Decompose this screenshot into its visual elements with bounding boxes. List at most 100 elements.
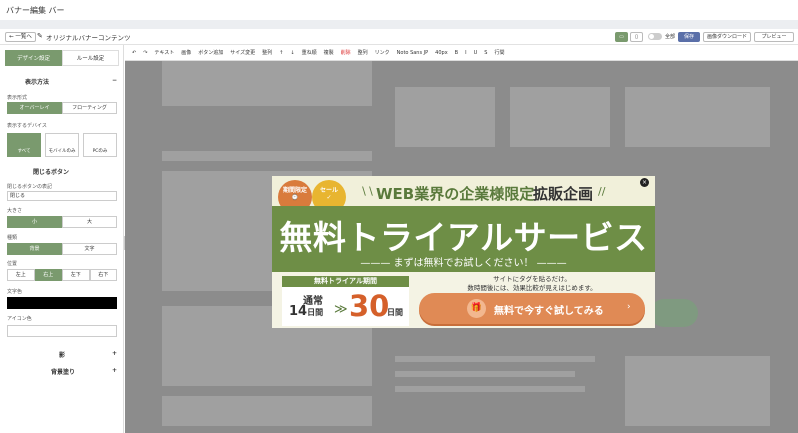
position-bottom-left[interactable]: 左下: [62, 269, 90, 281]
option-overlay[interactable]: オーバーレイ: [7, 102, 62, 114]
editor-tool-12[interactable]: 整列: [358, 45, 368, 60]
size-small[interactable]: 小: [7, 216, 62, 228]
download-button[interactable]: 画像ダウンロード: [703, 32, 751, 42]
banner-close-icon[interactable]: ×: [640, 178, 649, 187]
close-text-input[interactable]: 閉じる: [7, 191, 117, 201]
clock-icon: ⌚: [291, 194, 299, 201]
position-label: 位置: [7, 261, 18, 267]
editor-tool-14[interactable]: Noto Sans JP: [397, 45, 429, 60]
editor-tool-1[interactable]: ↷: [143, 45, 147, 60]
device-all[interactable]: すべて: [7, 133, 41, 157]
type-text[interactable]: 文字: [62, 243, 117, 255]
position-selector: 左上 右上 左下 右下: [7, 269, 117, 281]
banner-name[interactable]: オリジナルバナーコンテンツ: [46, 32, 131, 42]
editor-tool-13[interactable]: リンク: [375, 45, 390, 60]
accent-strokes-left-icon: ∖∖: [360, 185, 375, 198]
accent-strokes-right-icon: //: [598, 185, 606, 198]
editor-tool-6[interactable]: 整列: [262, 45, 272, 60]
editor-tool-4[interactable]: ボタン追加: [198, 45, 223, 60]
text-color-swatch[interactable]: #000000: [7, 297, 117, 309]
banner-subtitle: ——— まずは無料でお試しください！ ———: [360, 258, 567, 269]
position-top-left[interactable]: 左上: [7, 269, 35, 281]
editor-tool-16[interactable]: B: [455, 45, 458, 60]
editor-tool-8[interactable]: ↓: [290, 45, 294, 60]
mobile-view-button[interactable]: ▯: [630, 32, 643, 42]
cta-label: 無料で今すぐ試してみる: [494, 306, 604, 317]
section-display[interactable]: 表示方法 −: [5, 77, 119, 86]
text-color-value: #000000: [7, 298, 31, 304]
placeholder-line: [162, 151, 372, 161]
section-title: 影: [59, 352, 66, 359]
section-close-button[interactable]: 閉じるボタン: [5, 167, 119, 176]
section-shadow[interactable]: 影 +: [5, 350, 119, 359]
monitor-icon: ▭: [619, 34, 624, 40]
size-large[interactable]: 大: [62, 216, 117, 228]
type-selector: 背景 文字: [7, 243, 117, 255]
placeholder-block: [625, 356, 770, 426]
tab-rules[interactable]: ルール設定: [62, 50, 119, 66]
placeholder-block: [162, 61, 372, 106]
section-fill[interactable]: 背景塗り +: [5, 367, 119, 376]
normal-days-unit: 日間: [307, 308, 324, 317]
editor-tool-20[interactable]: 行間: [494, 45, 504, 60]
headline-dark: 拡販企画: [533, 185, 594, 203]
position-top-right[interactable]: 右上: [34, 269, 62, 281]
plus-icon: +: [111, 350, 117, 357]
option-floating[interactable]: フローティング: [62, 102, 117, 114]
settings-sidebar: デザイン設定 ルール設定 表示方法 − 表示形式 オーバーレイ フローティング …: [0, 45, 124, 433]
preview-toggle[interactable]: [648, 33, 662, 40]
tab-design[interactable]: デザイン設定: [5, 50, 62, 66]
trial-days-unit: 日間: [387, 308, 403, 317]
type-label: 種類: [7, 235, 18, 241]
editor-tool-0[interactable]: ↶: [132, 45, 136, 60]
placeholder-button: [650, 299, 698, 327]
sidebar-tabs: デザイン設定 ルール設定: [5, 50, 119, 66]
editor-tool-11[interactable]: 削除: [341, 45, 351, 60]
icon-color-swatch[interactable]: [7, 325, 117, 337]
close-text-label: 閉じるボタンの表記: [7, 184, 53, 190]
note-line: サイトにタグを貼るだけ。: [493, 275, 571, 283]
pc-view-button[interactable]: ▭: [615, 32, 628, 42]
editor-toolbar: ↶ ↷ テキスト 画像 ボタン追加 サイズ変更 整列 ↑ ↓ 重ね順 複製 削除 整列 リンク Noto S…: [125, 45, 798, 61]
type-background[interactable]: 背景: [7, 243, 62, 255]
display-type-label: 表示形式: [7, 95, 28, 101]
back-button[interactable]: ← 一覧へ: [5, 32, 36, 42]
header-strip: [0, 20, 798, 29]
toggle-label: 全部: [665, 34, 676, 40]
text-color-label: 文字色: [7, 289, 23, 295]
save-button[interactable]: 保存: [678, 32, 700, 42]
badge-sale-text: セール: [319, 187, 338, 194]
editor-tool-17[interactable]: I: [465, 45, 466, 60]
editor-tool-9[interactable]: 重ね順: [302, 45, 317, 60]
editor-tool-3[interactable]: 画像: [181, 45, 191, 60]
editor-tool-2[interactable]: テキスト: [154, 45, 174, 60]
chevron-right-icon: ›: [627, 302, 631, 312]
device-label: 表示するデバイス: [7, 123, 47, 129]
placeholder-block: [510, 87, 610, 147]
editor-tool-18[interactable]: U: [474, 45, 478, 60]
chevron-up-icon: −: [111, 77, 117, 84]
editor-tool-5[interactable]: サイズ変更: [230, 45, 255, 60]
placeholder-line: [395, 386, 585, 392]
device-pc[interactable]: PCのみ: [83, 133, 117, 157]
preview-button[interactable]: プレビュー: [754, 32, 794, 42]
normal-days-number: 14: [289, 304, 308, 319]
page-title: バナー編集 バー: [6, 6, 65, 15]
editor-tool-19[interactable]: S: [484, 45, 487, 60]
editor-tool-10[interactable]: 複製: [324, 45, 334, 60]
top-toolbar: ← 一覧へ ✎ オリジナルバナーコンテンツ ▭ ▯ 全部 保存 画像ダウンロード…: [0, 29, 798, 45]
position-bottom-right[interactable]: 右下: [89, 269, 117, 281]
display-type-selector: オーバーレイ フローティング: [7, 102, 117, 114]
banner-title: 無料トライアルサービス: [279, 218, 648, 257]
section-title: 閉じるボタン: [33, 169, 70, 176]
gift-icon: 🎁: [467, 299, 486, 318]
editor-tool-15[interactable]: 40px: [435, 45, 448, 60]
placeholder-line: [395, 371, 575, 377]
placeholder-block: [625, 87, 770, 147]
badge-limited-text: 期間限定: [282, 187, 307, 194]
placeholder-line: [395, 356, 595, 362]
editor-tool-7[interactable]: ↑: [279, 45, 283, 60]
banner-note: サイトにタグを貼るだけ。 数時間後には、効果比較が見えはじめます。: [420, 275, 644, 292]
device-mobile[interactable]: モバイルのみ: [45, 133, 79, 157]
title-bar: バナー編集 バー: [0, 0, 798, 20]
